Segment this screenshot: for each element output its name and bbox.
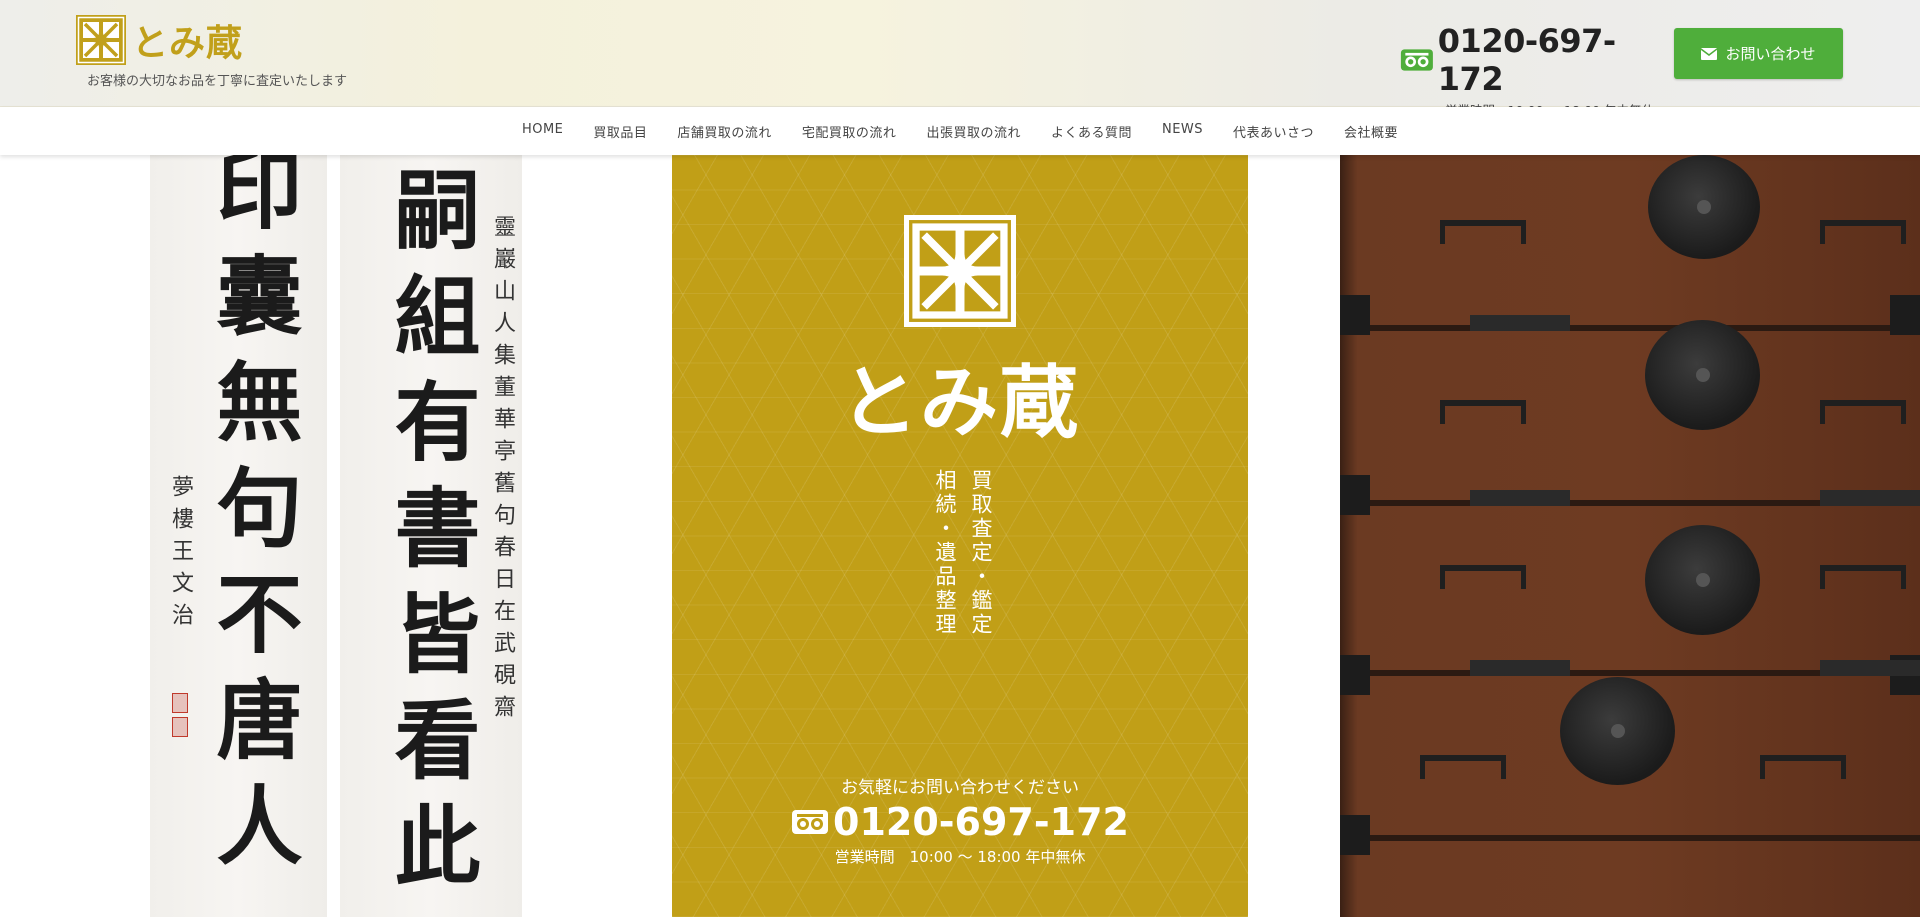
calligraphy-right-column: 嗣組有書皆看此 [379, 165, 480, 907]
calligraphy-signature: 夢樓王文治 [168, 475, 193, 635]
nav-item-news[interactable]: NEWS [1147, 122, 1218, 141]
calligraphy-inscription: 靈巖山人集董華亭舊句春日在武硯齋 [490, 215, 515, 727]
drawer-handle [1440, 565, 1526, 589]
metal-corner [1890, 295, 1920, 335]
header-phone-number[interactable]: 0120-697-172 [1438, 22, 1654, 98]
tansu-chest-image [1340, 155, 1920, 917]
hero-contact-block: お気軽にお問い合わせください 0120-697-172 営業時間 10:00 〜… [672, 773, 1248, 867]
drawer-handle [1820, 220, 1906, 244]
nav-item-home[interactable]: HOME [507, 122, 578, 141]
round-lock [1560, 677, 1675, 785]
nav-item-purchase-items[interactable]: 買取品目 [578, 122, 662, 141]
drawer-divider [1340, 835, 1920, 841]
calligraphy-scroll-image: 印囊無句不唐人 嗣組有書皆看此 夢樓王文治 靈巖山人集董華亭舊句春日在武硯齋 [150, 155, 522, 917]
service-line-appraisal: 買取査定・鑑定 [969, 469, 993, 637]
free-dial-icon [1400, 49, 1433, 71]
drawer-handle [1440, 400, 1526, 424]
round-lock [1645, 525, 1760, 635]
envelope-icon [1701, 47, 1718, 60]
tomizo-logo-icon [76, 15, 126, 65]
metal-corner [1340, 815, 1370, 855]
metal-plate [1820, 490, 1920, 506]
nav-item-visit-flow[interactable]: 出張買取の流れ [911, 122, 1036, 141]
site-header: とみ蔵 お客様の大切なお品を丁寧に査定いたします 0120-697-172 営業… [0, 0, 1920, 118]
header-phone-block: 0120-697-172 営業時間 10:00 〜 18:00 年中無休 [1400, 22, 1654, 119]
hero-section: 印囊無句不唐人 嗣組有書皆看此 夢樓王文治 靈巖山人集董華亭舊句春日在武硯齋 と… [0, 155, 1920, 917]
hero-brand-name: とみ蔵 [839, 358, 1080, 448]
drawer-handle [1820, 400, 1906, 424]
drawer-handle [1820, 565, 1906, 589]
contact-button-label: お問い合わせ [1725, 45, 1816, 63]
drawer-handle [1440, 220, 1526, 244]
metal-corner [1340, 295, 1370, 335]
metal-corner [1340, 655, 1370, 695]
cta-label: お気軽にお問い合わせください [841, 778, 1079, 798]
nav-item-delivery-flow[interactable]: 宅配買取の流れ [787, 122, 912, 141]
drawer-handle [1760, 755, 1846, 779]
brand-name: とみ蔵 [132, 23, 244, 64]
nav-item-store-flow[interactable]: 店舗買取の流れ [662, 122, 787, 141]
round-lock [1645, 320, 1760, 430]
nav-item-greeting[interactable]: 代表あいさつ [1218, 122, 1329, 141]
drawer-handle [1420, 755, 1506, 779]
calligraphy-left-column: 印囊無句不唐人 [201, 155, 302, 887]
seal-stamp [172, 693, 188, 713]
nav-item-company[interactable]: 会社概要 [1329, 122, 1413, 141]
metal-plate [1470, 660, 1570, 676]
round-lock [1648, 155, 1760, 259]
metal-plate [1470, 490, 1570, 506]
drawer-divider [1340, 325, 1920, 331]
tagline: お客様の大切なお品を丁寧に査定いたします [87, 74, 348, 89]
nav-item-faq[interactable]: よくある質問 [1036, 122, 1147, 141]
hero-brand-panel: とみ蔵 買取査定・鑑定 相続・遺品整理 お気軽にお問い合わせください 0120-… [672, 155, 1248, 917]
metal-corner [1340, 475, 1370, 515]
contact-button[interactable]: お問い合わせ [1674, 28, 1843, 79]
hero-hours: 営業時間 10:00 〜 18:00 年中無休 [834, 848, 1086, 866]
metal-plate [1820, 660, 1920, 676]
site-logo[interactable]: とみ蔵 [76, 14, 243, 66]
main-nav: HOME 買取品目 店舗買取の流れ 宅配買取の流れ 出張買取の流れ よくある質問… [0, 107, 1920, 155]
metal-plate [1470, 315, 1570, 331]
seal-stamp [172, 717, 188, 737]
service-line-inheritance: 相続・遺品整理 [933, 469, 957, 637]
tomizo-logo-icon [904, 215, 1016, 327]
hero-phone-number[interactable]: 0120-697-172 [833, 800, 1129, 844]
free-dial-icon [792, 810, 829, 834]
